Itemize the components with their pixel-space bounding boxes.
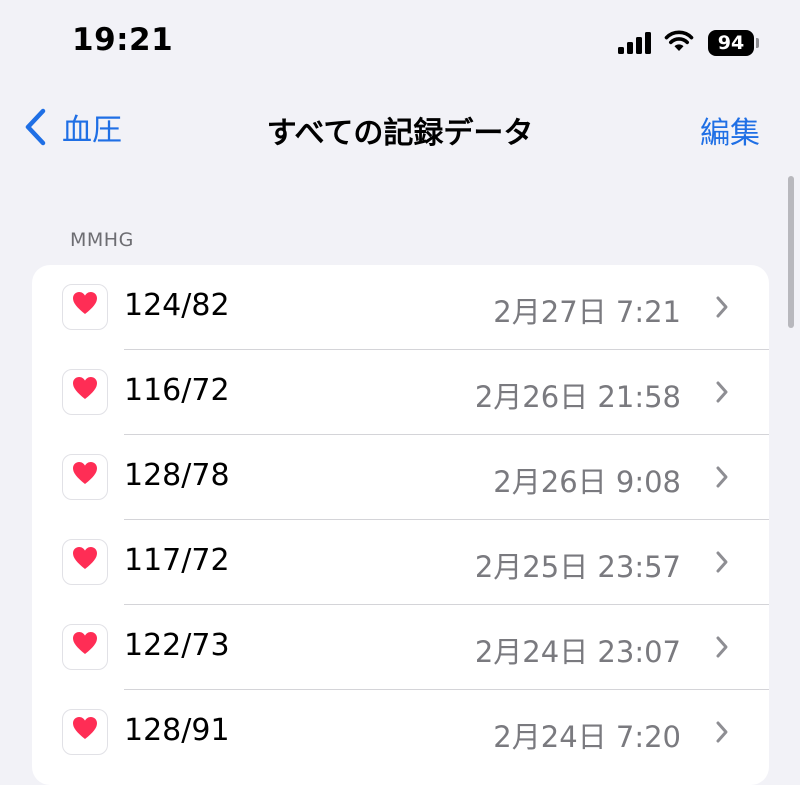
heart-icon-tile — [62, 624, 108, 670]
chevron-right-icon — [716, 381, 728, 403]
back-button[interactable]: 血圧 — [22, 104, 122, 150]
record-date: 2月26日 21:58 — [474, 380, 681, 414]
chevron-right-icon — [716, 466, 728, 488]
scroll-indicator[interactable] — [788, 176, 794, 328]
heart-icon — [73, 292, 97, 314]
wifi-icon — [664, 30, 694, 51]
heart-icon-tile — [62, 539, 108, 585]
cellular-signal-icon — [618, 32, 651, 54]
heart-icon-tile — [62, 369, 108, 415]
heart-icon — [73, 717, 97, 739]
section-header: MMHG — [70, 229, 134, 251]
record-row[interactable]: 122/73 2月24日 23:07 — [32, 605, 769, 690]
heart-icon-tile — [62, 709, 108, 755]
record-row[interactable]: 124/82 2月27日 7:21 — [32, 265, 769, 350]
battery-cap — [756, 38, 759, 48]
record-row[interactable]: 116/72 2月26日 21:58 — [32, 350, 769, 435]
heart-icon — [73, 462, 97, 484]
record-value: 122/73 — [124, 628, 230, 663]
chevron-right-icon — [716, 721, 728, 743]
battery-level: 94 — [717, 31, 745, 54]
record-row[interactable]: 128/91 2月24日 7:20 — [32, 690, 769, 775]
status-bar: 19:21 94 — [0, 0, 800, 90]
chevron-right-icon — [716, 636, 728, 658]
heart-icon — [73, 547, 97, 569]
battery-indicator: 94 — [708, 30, 754, 56]
chevron-right-icon — [716, 296, 728, 318]
record-value: 128/91 — [124, 713, 230, 748]
edit-button[interactable]: 編集 — [700, 108, 760, 152]
chevron-right-icon — [716, 551, 728, 573]
record-date: 2月24日 7:20 — [493, 720, 681, 754]
records-list: 124/82 2月27日 7:21 116/72 2月26日 21:58 128/78 2… — [32, 265, 769, 785]
heart-icon-tile — [62, 454, 108, 500]
record-value: 117/72 — [124, 543, 230, 578]
record-value: 124/82 — [124, 288, 230, 323]
record-value: 116/72 — [124, 373, 230, 408]
record-row[interactable]: 128/78 2月26日 9:08 — [32, 435, 769, 520]
heart-icon — [73, 377, 97, 399]
record-date: 2月25日 23:57 — [474, 550, 681, 584]
record-date: 2月24日 23:07 — [474, 635, 681, 669]
status-time: 19:21 — [72, 22, 174, 58]
chevron-left-icon — [25, 108, 46, 146]
back-button-label: 血圧 — [62, 113, 122, 148]
heart-icon — [73, 632, 97, 654]
heart-icon-tile — [62, 284, 108, 330]
record-date: 2月27日 7:21 — [493, 295, 681, 329]
record-date: 2月26日 9:08 — [493, 465, 681, 499]
record-value: 128/78 — [124, 458, 230, 493]
record-row[interactable]: 117/72 2月25日 23:57 — [32, 520, 769, 605]
